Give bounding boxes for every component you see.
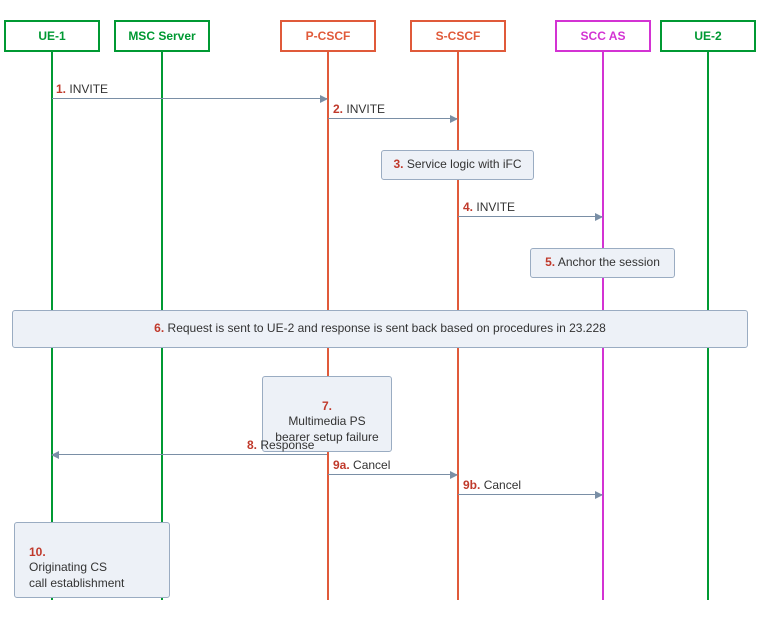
step-text: Service logic with iFC <box>407 157 522 171</box>
arrow-step-9a <box>328 474 457 475</box>
step-num: 4. <box>463 200 473 214</box>
participant-sccas: SCC AS <box>555 20 651 52</box>
step-4-label: 4. INVITE <box>463 200 515 214</box>
participant-label: S-CSCF <box>436 29 481 43</box>
note-step-5: 5. Anchor the session <box>530 248 675 278</box>
step-num: 7. <box>322 399 332 413</box>
step-num: 8. <box>247 438 257 452</box>
step-num: 10. <box>29 545 46 559</box>
step-num: 9b. <box>463 478 480 492</box>
step-num: 3. <box>393 157 403 171</box>
note-step-6: 6. Request is sent to UE-2 and response … <box>12 310 748 348</box>
arrow-step-1 <box>52 98 327 99</box>
note-step-3: 3. Service logic with iFC <box>381 150 534 180</box>
step-num: 9a. <box>333 458 350 472</box>
note-step-10: 10. Originating CS call establishment <box>14 522 170 598</box>
step-text: Cancel <box>484 478 521 492</box>
participant-msc: MSC Server <box>114 20 210 52</box>
participant-ue2: UE-2 <box>660 20 756 52</box>
participant-label: SCC AS <box>581 29 626 43</box>
participant-label: P-CSCF <box>306 29 351 43</box>
participant-scscf: S-CSCF <box>410 20 506 52</box>
step-text: Response <box>260 438 314 452</box>
arrow-step-2 <box>328 118 457 119</box>
sequence-diagram: UE-1 MSC Server P-CSCF S-CSCF SCC AS UE-… <box>0 0 761 617</box>
step-text: Anchor the session <box>558 255 660 269</box>
participant-pcscf: P-CSCF <box>280 20 376 52</box>
participant-label: UE-1 <box>38 29 65 43</box>
participant-ue1: UE-1 <box>4 20 100 52</box>
step-text: INVITE <box>476 200 515 214</box>
step-num: 6. <box>154 321 164 335</box>
step-1-label: 1. INVITE <box>56 82 108 96</box>
arrow-step-4 <box>458 216 602 217</box>
step-9a-label: 9a. Cancel <box>333 458 390 472</box>
step-9b-label: 9b. Cancel <box>463 478 521 492</box>
participant-label: MSC Server <box>128 29 195 43</box>
step-text: INVITE <box>69 82 108 96</box>
arrow-step-9b <box>458 494 602 495</box>
step-num: 2. <box>333 102 343 116</box>
step-8-label: 8. Response <box>247 438 314 452</box>
participant-label: UE-2 <box>694 29 721 43</box>
step-num: 5. <box>545 255 555 269</box>
step-text: INVITE <box>346 102 385 116</box>
step-text: Request is sent to UE-2 and response is … <box>168 321 606 335</box>
step-num: 1. <box>56 82 66 96</box>
arrow-step-8 <box>52 454 327 455</box>
step-text: Originating CS call establishment <box>29 560 124 590</box>
step-2-label: 2. INVITE <box>333 102 385 116</box>
step-text: Cancel <box>353 458 390 472</box>
